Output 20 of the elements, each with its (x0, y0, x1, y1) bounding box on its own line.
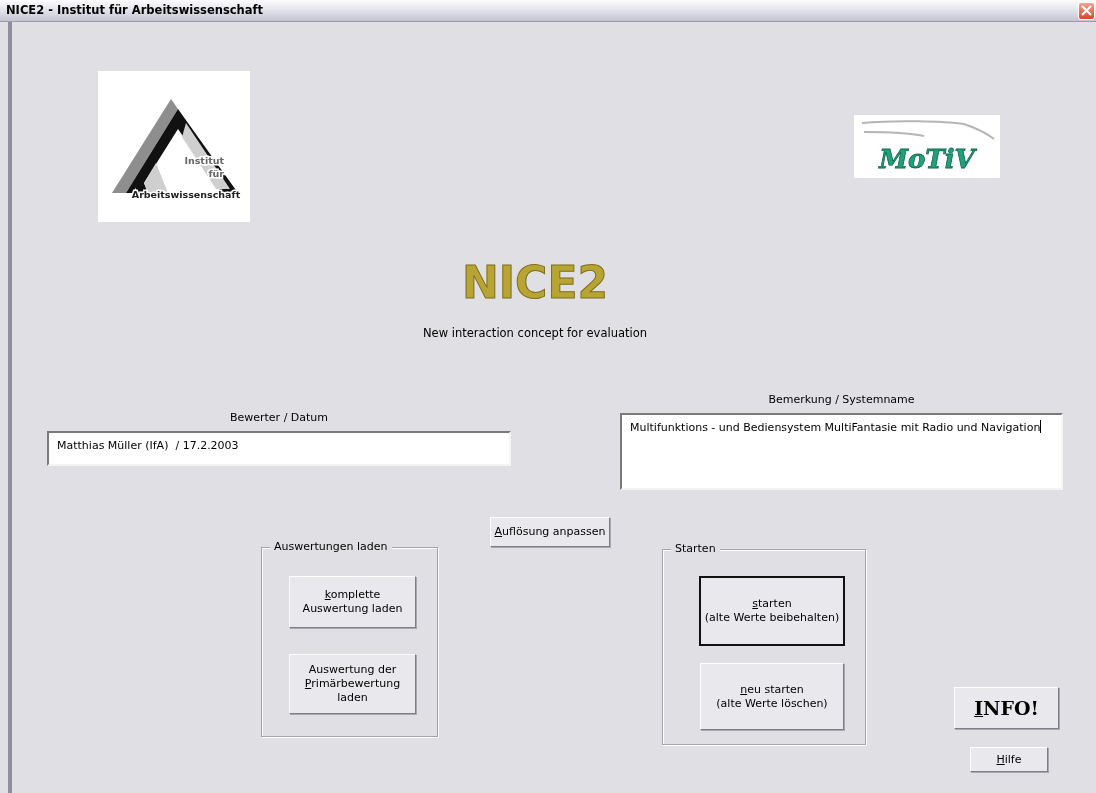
close-icon (1081, 5, 1092, 16)
logo-text: Arbeitswissenschaft (131, 189, 241, 200)
window-title: NICE2 - Institut für Arbeitswissenschaft (6, 1, 264, 19)
action-button[interactable]: komplette Auswertung laden (289, 576, 416, 629)
triangle-logo-icon (112, 99, 238, 193)
input-field[interactable]: Matthias Müller (IfA) / 17.2.2003 (47, 431, 511, 467)
action-button[interactable]: starten (alte Werte beibehalten) (700, 577, 844, 646)
action-button[interactable]: neu starten (alte Werte löschen) (700, 663, 844, 731)
input-field[interactable]: Multifunktions - und Bediensystem MultiFantasie mit Radio und Navigation (620, 413, 1063, 491)
field-label: Bewerter / Datum (228, 410, 330, 427)
close-button[interactable] (1078, 1, 1095, 20)
app-title: NICE2 (460, 256, 610, 310)
subtitle: New interaction concept for evaluation (421, 325, 649, 342)
group-title: Auswertungen laden (270, 540, 392, 555)
resize-button[interactable]: Auflösung anpassen (490, 517, 610, 548)
help-button[interactable]: Hilfe (970, 747, 1048, 773)
action-button[interactable]: Auswertung der Primärbewertung laden (289, 654, 416, 715)
logo-text: MoTiV (879, 144, 975, 174)
info-button[interactable]: INFO! (954, 687, 1059, 730)
field-label: Bemerkung / Systemname (767, 392, 916, 409)
